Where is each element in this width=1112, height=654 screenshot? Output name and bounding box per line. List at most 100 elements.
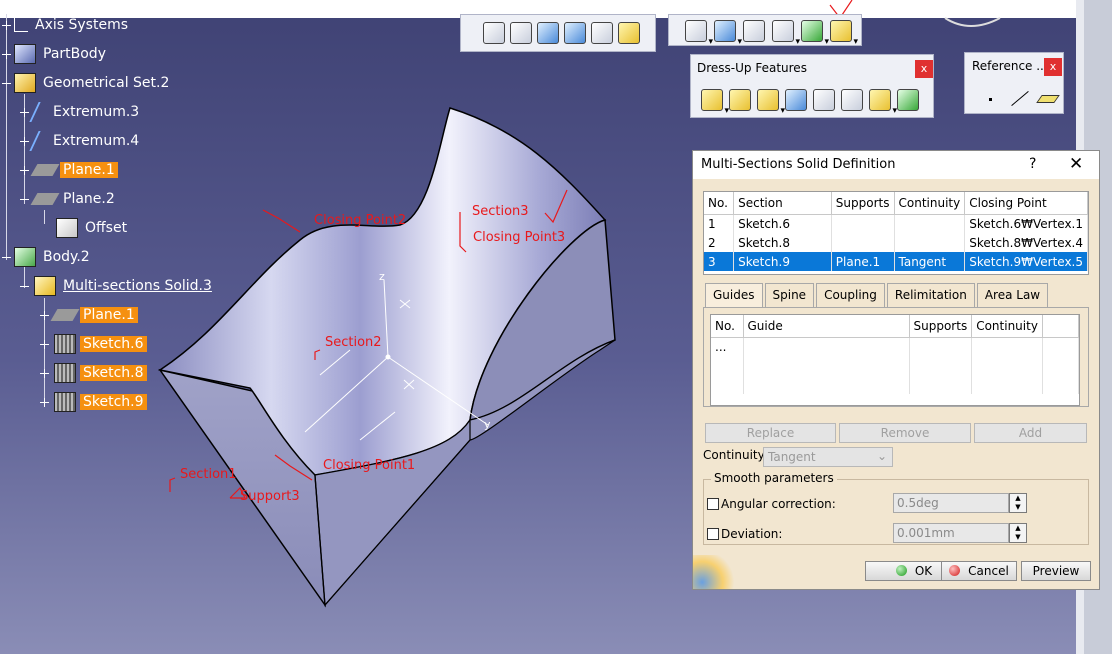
toolbar-features (668, 14, 862, 47)
remove-button[interactable]: Remove (839, 423, 971, 443)
sketch-icon (54, 363, 76, 383)
toolbar-title: Dress-Up Features (697, 61, 807, 75)
cancel-button[interactable]: Cancel (941, 561, 1017, 581)
tree-node-partbody[interactable]: PartBody (14, 43, 109, 65)
shaft-icon[interactable] (537, 22, 559, 44)
tree-node-sketch8[interactable]: Sketch.8 (54, 362, 147, 384)
deviation-label: Deviation: (721, 527, 783, 541)
pocket-icon[interactable] (510, 22, 532, 44)
tab-spine[interactable]: Spine (764, 283, 815, 307)
tab-relimitation[interactable]: Relimitation (886, 283, 975, 307)
toolbar-sketch-based (460, 14, 656, 52)
angular-correction-label: Angular correction: (721, 497, 836, 511)
column-header: No. (711, 315, 744, 338)
remove-lump-icon[interactable] (801, 20, 829, 47)
point-icon[interactable] (989, 98, 992, 101)
tree-node-extremum3[interactable]: Extremum.3 (29, 101, 142, 123)
tab-coupling[interactable]: Coupling (816, 283, 885, 307)
table-row[interactable]: ... (711, 337, 1080, 356)
annotation-support3: Support3 (240, 489, 300, 504)
plane-icon[interactable] (1036, 95, 1060, 103)
multi-pad-icon[interactable] (772, 20, 800, 47)
collapse-toggle[interactable] (20, 282, 29, 291)
replace-face-icon[interactable] (897, 89, 919, 111)
pad-icon[interactable] (483, 22, 505, 44)
column-header: Supports (831, 192, 895, 215)
angular-correction-checkbox[interactable] (707, 498, 719, 510)
angular-correction-input[interactable]: 0.5deg (893, 493, 1009, 513)
draft-icon[interactable] (757, 89, 785, 116)
chamfer-icon[interactable] (729, 89, 751, 111)
line-icon[interactable] (1011, 91, 1029, 106)
add-button[interactable]: Add (974, 423, 1087, 443)
thread-icon[interactable] (841, 89, 863, 111)
expand-toggle[interactable] (40, 369, 49, 378)
shell-icon[interactable] (785, 89, 807, 111)
close-button[interactable]: ✕ (1069, 154, 1083, 174)
table-row-selected[interactable]: 3 Sketch.9 Plane.1 Tangent Sketch.9₩Vert… (704, 252, 1088, 271)
table-cell (743, 337, 910, 356)
sections-table[interactable]: No. Section Supports Continuity Closing … (703, 191, 1089, 275)
table-cell: Sketch.6₩Vertex.1 (964, 214, 1088, 233)
edge-fillet-icon[interactable] (701, 89, 729, 116)
stiffener-icon[interactable] (714, 20, 742, 47)
continuity-value: Tangent (768, 450, 816, 464)
tree-node-extremum4[interactable]: Extremum.4 (29, 130, 142, 152)
tree-node-plane2[interactable]: Plane.2 (30, 188, 118, 210)
groove-icon[interactable] (564, 22, 586, 44)
expand-toggle[interactable] (40, 398, 49, 407)
tree-node-sketch6[interactable]: Sketch.6 (54, 333, 147, 355)
preview-button[interactable]: Preview (1021, 561, 1091, 581)
table-cell (894, 214, 966, 233)
expand-toggle[interactable] (40, 311, 49, 320)
plane-icon (30, 193, 60, 205)
tree-node-plane1[interactable]: Plane.1 (30, 159, 118, 181)
replace-button[interactable]: Replace (705, 423, 836, 443)
expand-toggle[interactable] (20, 137, 29, 146)
guides-table[interactable]: No. Guide Supports Continuity ... (710, 314, 1080, 406)
table-cell (831, 214, 895, 233)
spin-up-down-icon[interactable]: ▲ ▼ (1009, 493, 1027, 513)
spin-up-down-icon[interactable]: ▲ ▼ (1009, 523, 1027, 543)
close-icon[interactable]: x (1044, 58, 1062, 76)
expand-toggle[interactable] (2, 21, 11, 30)
table-cell: Sketch.9 (733, 252, 832, 271)
continuity-combo[interactable]: Tangent ⌄ (763, 447, 893, 467)
rib-icon[interactable] (618, 22, 640, 44)
slot-icon[interactable] (685, 20, 713, 47)
tree-node-geometrical-set[interactable]: Geometrical Set.2 (14, 72, 172, 94)
expand-toggle[interactable] (20, 166, 29, 175)
tree-node-sketch9[interactable]: Sketch.9 (54, 391, 147, 413)
collapse-toggle[interactable] (20, 195, 29, 204)
tab-area-law[interactable]: Area Law (976, 283, 1049, 307)
table-cell: 1 (704, 214, 735, 233)
deviation-checkbox[interactable] (707, 528, 719, 540)
collapse-toggle[interactable] (2, 253, 11, 262)
collapse-toggle[interactable] (2, 79, 11, 88)
table-cell: Sketch.8 (733, 233, 832, 252)
column-header: Supports (909, 315, 973, 338)
tab-guides[interactable]: Guides (705, 283, 763, 307)
close-icon[interactable]: x (915, 60, 933, 78)
annotation-section1: Section1 (180, 467, 237, 482)
expand-toggle[interactable] (20, 108, 29, 117)
table-row[interactable]: 2 Sketch.8 Sketch.8₩Vertex.4 (704, 233, 1088, 252)
thickness-icon[interactable] (813, 89, 835, 111)
hole-icon[interactable] (591, 22, 613, 44)
tree-node-offset[interactable]: Offset (56, 217, 130, 239)
tree-node-axis-systems[interactable]: Axis Systems (14, 14, 131, 36)
multi-sections-icon[interactable] (830, 20, 858, 47)
table-row[interactable]: 1 Sketch.6 Sketch.6₩Vertex.1 (704, 214, 1088, 233)
expand-toggle[interactable] (2, 50, 11, 59)
table-cell: Sketch.6 (733, 214, 832, 233)
help-button[interactable]: ? (1029, 156, 1036, 172)
solid-combine-icon[interactable] (743, 20, 765, 42)
column-header: Continuity (971, 315, 1043, 338)
partbody-icon (14, 44, 36, 64)
remove-face-icon[interactable] (869, 89, 897, 116)
tree-node-body2[interactable]: Body.2 (14, 246, 93, 268)
deviation-input[interactable]: 0.001mm (893, 523, 1009, 543)
tree-node-multi-sections-solid[interactable]: Multi-sections Solid.3 (34, 275, 215, 297)
tree-node-plane1-sub[interactable]: Plane.1 (50, 304, 138, 326)
expand-toggle[interactable] (40, 340, 49, 349)
